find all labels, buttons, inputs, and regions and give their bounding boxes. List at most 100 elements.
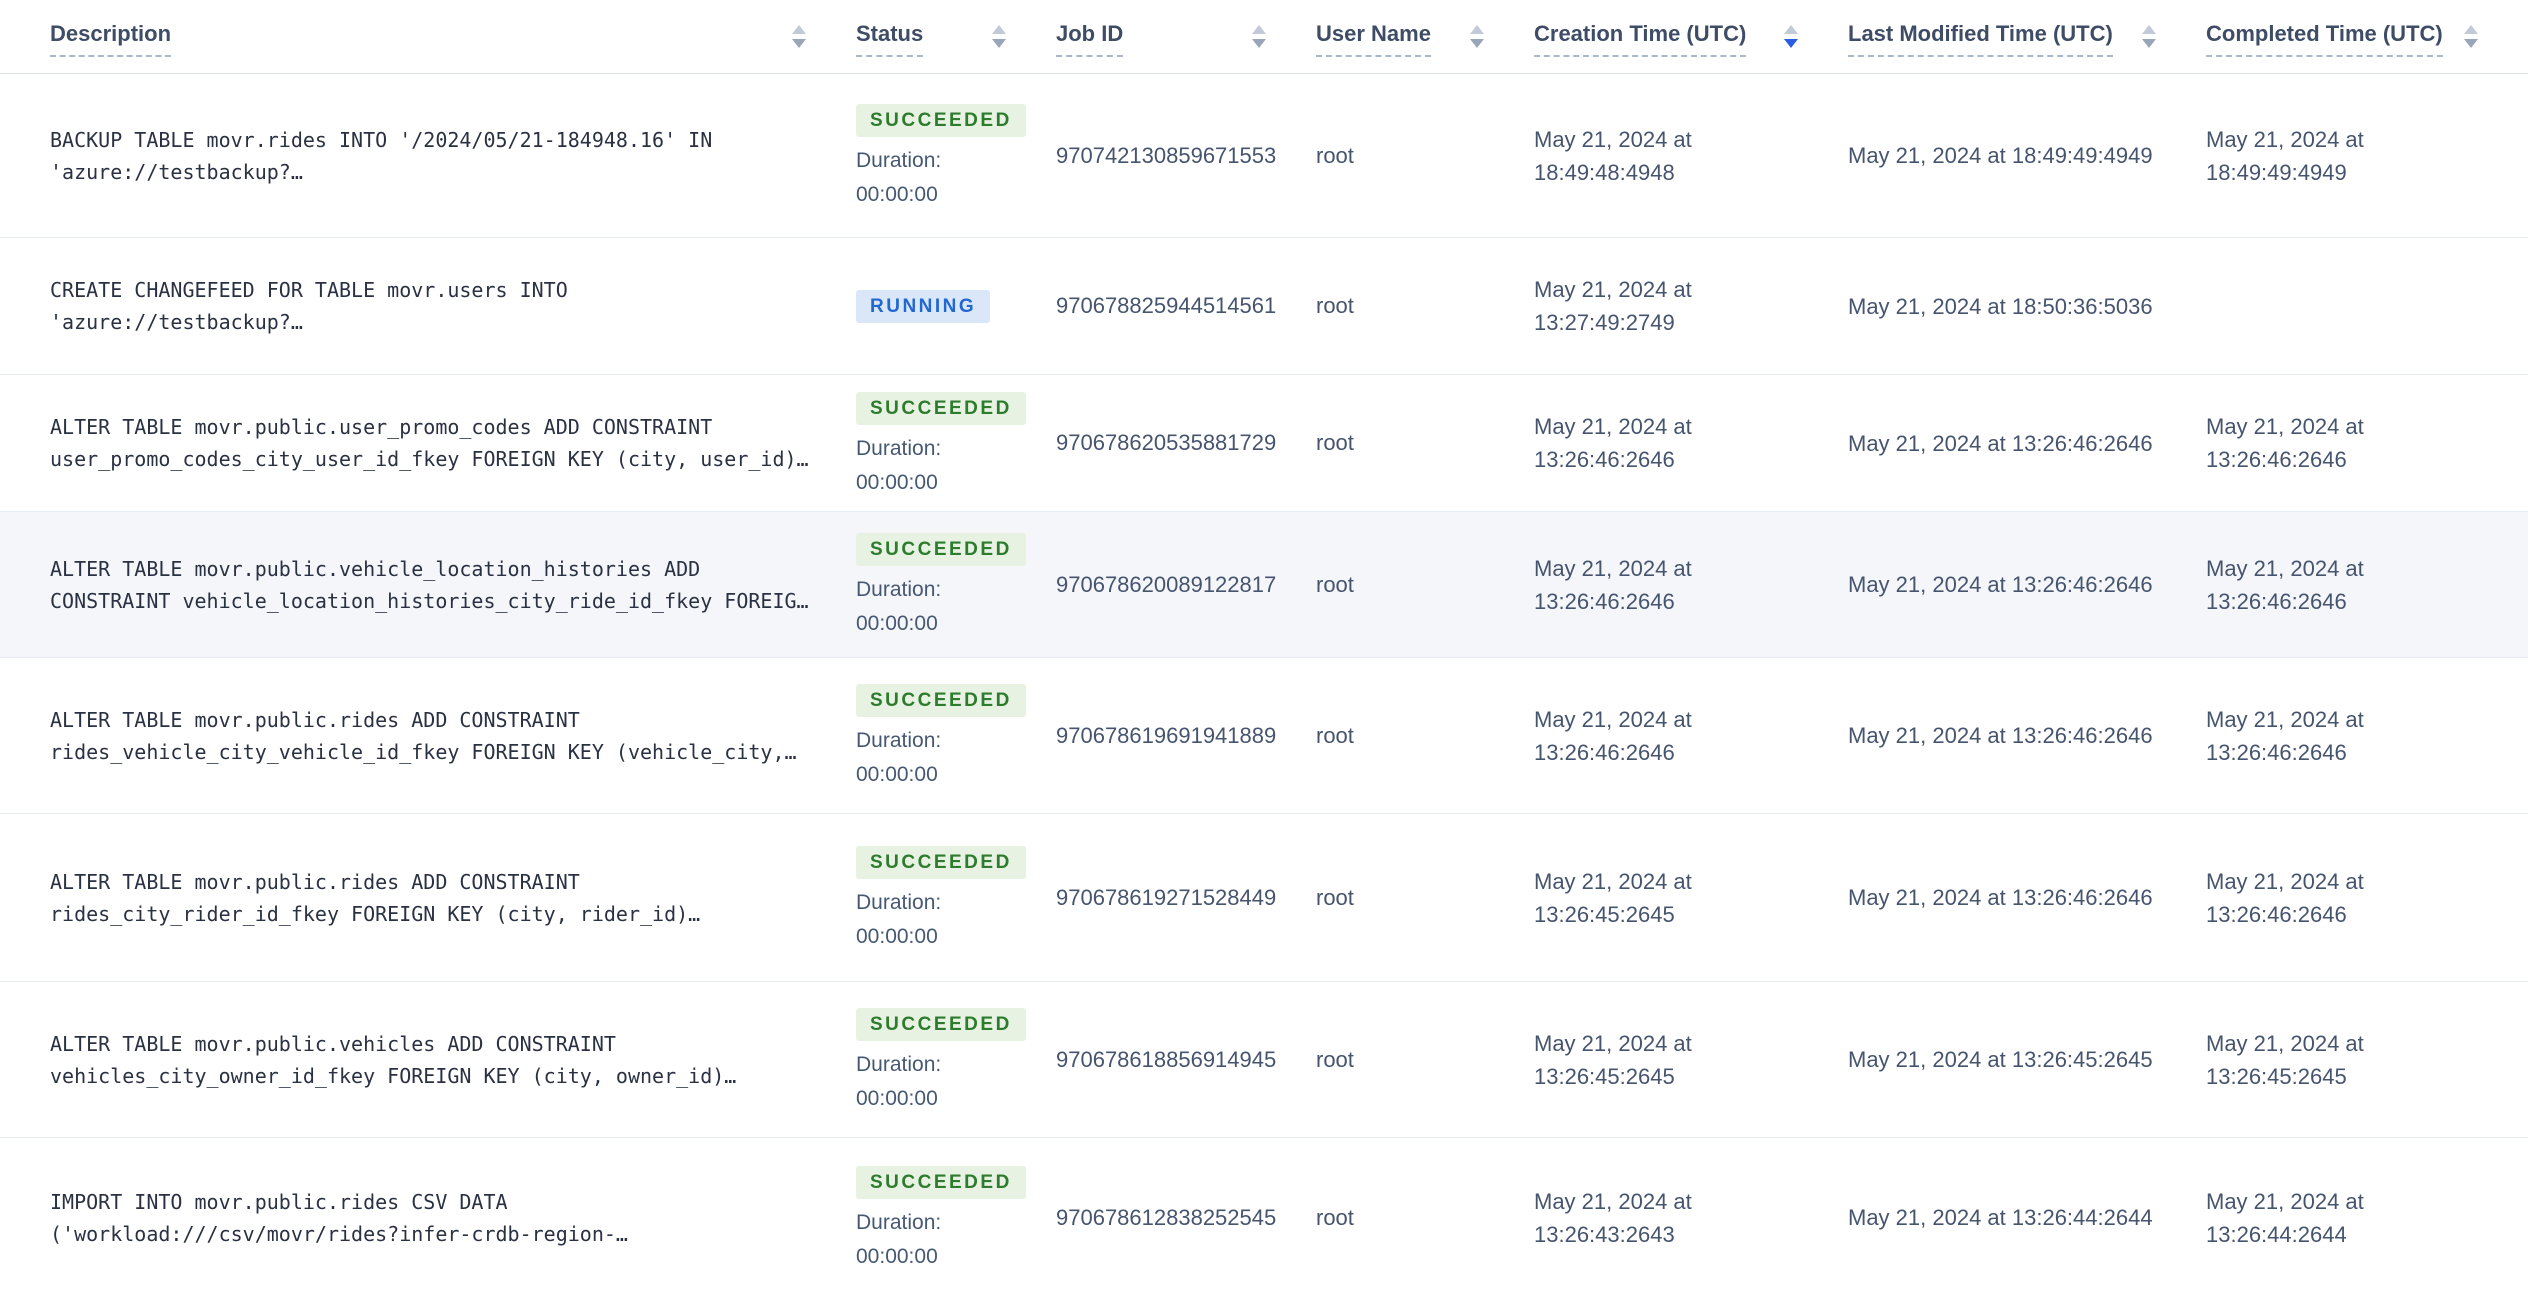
column-header-description[interactable]: Description [0, 21, 856, 58]
duration-value: 00:00:00 [856, 470, 938, 494]
cell-description[interactable]: ALTER TABLE movr.public.vehicle_location… [0, 512, 856, 657]
sort-down-icon[interactable] [2464, 39, 2478, 48]
table-body: BACKUP TABLE movr.rides INTO '/2024/05/2… [0, 74, 2528, 1292]
table-row[interactable]: IMPORT INTO movr.public.rides CSV DATA ('… [0, 1138, 2528, 1292]
cell-completed-time [2206, 238, 2528, 374]
cell-user-name: root [1316, 430, 1354, 455]
job-description-line: rides_city_rider_id_fkey FOREIGN KEY (ci… [50, 901, 701, 926]
table-row[interactable]: ALTER TABLE movr.public.user_promo_codes… [0, 375, 2528, 512]
cell-last-modified-time: May 21, 2024 at 18:50:36:5036 [1848, 293, 2153, 319]
cell-last-modified-time: May 21, 2024 at 13:26:46:2646 [1848, 723, 2153, 748]
cell-description[interactable]: IMPORT INTO movr.public.rides CSV DATA ('… [0, 1138, 856, 1292]
cell-creation-time: May 21, 2024 at 13:26:46:2646 [1534, 706, 1692, 765]
table-row[interactable]: ALTER TABLE movr.public.rides ADD CONSTR… [0, 814, 2528, 982]
cell-description[interactable]: ALTER TABLE movr.public.vehicles ADD CON… [0, 982, 856, 1137]
cell-creation-time: May 21, 2024 at 13:26:43:2643 [1534, 1188, 1692, 1247]
column-header-label[interactable]: Last Modified Time (UTC) [1848, 21, 2113, 58]
column-header-label[interactable]: Creation Time (UTC) [1534, 21, 1747, 58]
cell-status: SUCCEEDED Duration: 00:00:00 [856, 375, 1056, 511]
sort-up-icon[interactable] [1470, 25, 1484, 34]
cell-description[interactable]: ALTER TABLE movr.public.user_promo_codes… [0, 375, 856, 511]
column-header-label[interactable]: Description [50, 21, 172, 58]
cell-last-modified-time: May 21, 2024 at 13:26:45:2645 [1848, 1047, 2153, 1072]
job-description-line: CREATE CHANGEFEED FOR TABLE movr.users I… [50, 278, 568, 302]
duration-value: 00:00:00 [856, 1087, 938, 1110]
cell-creation-time: May 21, 2024 at 18:49:48:4948 [1534, 126, 1692, 185]
duration-label: Duration: [856, 436, 942, 460]
column-header-user-name[interactable]: User Name [1316, 21, 1534, 58]
sort-down-icon[interactable] [1470, 39, 1484, 48]
column-header-completed-time-utc[interactable]: Completed Time (UTC) [2206, 21, 2528, 58]
column-header-job-id[interactable]: Job ID [1056, 21, 1316, 58]
job-description-line: ALTER TABLE movr.public.user_promo_codes… [50, 415, 713, 439]
cell-description[interactable]: ALTER TABLE movr.public.rides ADD CONSTR… [0, 658, 856, 813]
status-badge: SUCCEEDED [856, 846, 1026, 879]
sort-down-icon[interactable] [2142, 39, 2156, 48]
jobs-table: Description Status Job ID User Name Crea… [0, 0, 2528, 1292]
cell-job-id: 970678620089122817 [1056, 571, 1277, 597]
sort-up-icon[interactable] [1784, 25, 1798, 34]
duration-label: Duration: [856, 578, 942, 601]
sort-up-icon[interactable] [2142, 25, 2156, 34]
cell-completed-time: May 21, 2024 at 18:49:49:4949 [2206, 126, 2364, 185]
table-row[interactable]: BACKUP TABLE movr.rides INTO '/2024/05/2… [0, 74, 2528, 238]
column-header-label[interactable]: Status [856, 21, 924, 58]
cell-status: SUCCEEDED Duration: 00:00:00 [856, 814, 1056, 981]
sort-arrows-icon[interactable] [1784, 25, 1798, 48]
column-header-label[interactable]: Job ID [1056, 21, 1124, 58]
column-header-last-modified-time-utc[interactable]: Last Modified Time (UTC) [1848, 21, 2206, 58]
column-header-status[interactable]: Status [856, 21, 1056, 58]
cell-description[interactable]: BACKUP TABLE movr.rides INTO '/2024/05/2… [0, 74, 856, 237]
duration-label: Duration: [856, 1053, 942, 1076]
job-description-line: ('workload:///csv/movr/rides?infer-crdb-… [50, 1221, 628, 1246]
sort-up-icon[interactable] [992, 25, 1006, 34]
sort-down-icon[interactable] [792, 39, 806, 48]
status-badge: SUCCEEDED [856, 1166, 1026, 1199]
cell-description[interactable]: ALTER TABLE movr.public.rides ADD CONSTR… [0, 814, 856, 981]
status-badge: SUCCEEDED [856, 1008, 1026, 1041]
column-header-creation-time-utc[interactable]: Creation Time (UTC) [1534, 21, 1848, 58]
cell-job-id: 970678620535881729 [1056, 430, 1277, 455]
sort-arrows-icon[interactable] [2142, 25, 2156, 48]
table-row[interactable]: ALTER TABLE movr.public.rides ADD CONSTR… [0, 658, 2528, 814]
job-description-line: ALTER TABLE movr.public.vehicle_location… [50, 556, 701, 581]
cell-job-id: 970678825944514561 [1056, 293, 1277, 318]
column-header-label[interactable]: Completed Time (UTC) [2206, 21, 2443, 58]
cell-completed-time: May 21, 2024 at 13:26:46:2646 [2206, 706, 2364, 765]
duration-value: 00:00:00 [856, 183, 938, 206]
cell-last-modified-time: May 21, 2024 at 13:26:46:2646 [1848, 572, 2153, 597]
cell-creation-time: May 21, 2024 at 13:27:49:2749 [1534, 277, 1692, 335]
table-header: Description Status Job ID User Name Crea… [0, 0, 2528, 74]
sort-down-icon[interactable] [1252, 39, 1266, 48]
sort-arrows-icon[interactable] [2464, 25, 2478, 48]
job-description-line: rides_vehicle_city_vehicle_id_fkey FOREI… [50, 739, 797, 764]
cell-job-id: 970678618856914945 [1056, 1046, 1277, 1072]
cell-last-modified-time: May 21, 2024 at 13:26:44:2644 [1848, 1205, 2153, 1230]
column-header-label[interactable]: User Name [1316, 21, 1431, 58]
sort-arrows-icon[interactable] [1252, 25, 1266, 48]
cell-user-name: root [1316, 1046, 1354, 1072]
table-row[interactable]: ALTER TABLE movr.public.vehicle_location… [0, 512, 2528, 658]
duration-label: Duration: [856, 729, 942, 752]
sort-arrows-icon[interactable] [992, 25, 1006, 48]
cell-job-id: 970678612838252545 [1056, 1204, 1277, 1230]
cell-description[interactable]: CREATE CHANGEFEED FOR TABLE movr.users I… [0, 238, 856, 374]
sort-down-icon[interactable] [992, 39, 1006, 48]
status-badge: SUCCEEDED [856, 533, 1026, 566]
sort-up-icon[interactable] [1252, 25, 1266, 34]
sort-up-icon[interactable] [2464, 25, 2478, 34]
sort-up-icon[interactable] [792, 25, 806, 34]
sort-arrows-icon[interactable] [1470, 25, 1484, 48]
cell-status: SUCCEEDED Duration: 00:00:00 [856, 1138, 1056, 1292]
duration-value: 00:00:00 [856, 612, 938, 635]
sort-arrows-icon[interactable] [792, 25, 806, 48]
table-row[interactable]: CREATE CHANGEFEED FOR TABLE movr.users I… [0, 238, 2528, 375]
cell-user-name: root [1316, 293, 1354, 318]
duration-label: Duration: [856, 891, 942, 914]
table-row[interactable]: ALTER TABLE movr.public.vehicles ADD CON… [0, 982, 2528, 1138]
duration-label: Duration: [856, 149, 942, 172]
cell-completed-time: May 21, 2024 at 13:26:46:2646 [2206, 414, 2364, 472]
cell-user-name: root [1316, 884, 1354, 910]
sort-down-icon[interactable] [1784, 39, 1798, 48]
status-badge: SUCCEEDED [856, 684, 1026, 717]
